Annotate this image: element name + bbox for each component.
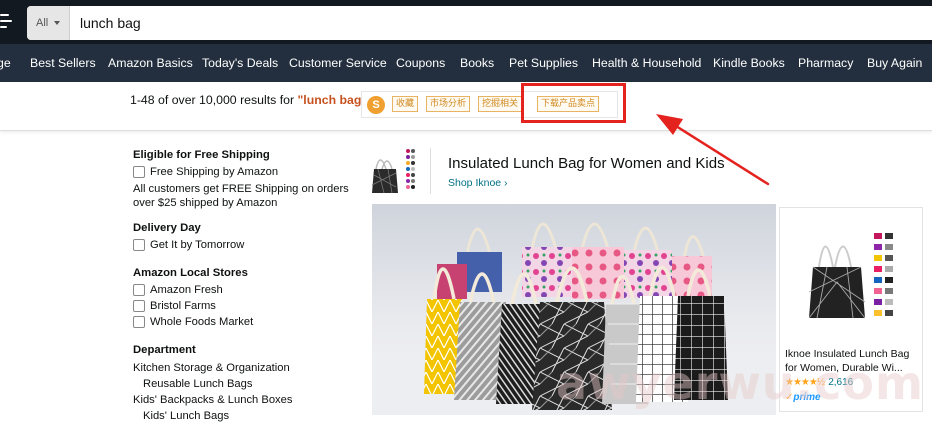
- checkbox-get-it-by-tomorrow[interactable]: Get It by Tomorrow: [133, 239, 244, 251]
- brand-logo-image[interactable]: [372, 145, 416, 197]
- search-input[interactable]: [70, 6, 930, 40]
- nav-item-coupons[interactable]: Coupons: [396, 44, 445, 82]
- results-count: 1-48 of over 10,000 results for "lunch b…: [130, 93, 367, 107]
- category-select[interactable]: All: [27, 6, 70, 40]
- checkbox-whole-foods-market[interactable]: Whole Foods Market: [133, 316, 253, 328]
- search-box: All: [27, 6, 932, 40]
- nav-item-buy-again[interactable]: Buy Again: [867, 44, 922, 82]
- caret-down-icon: [54, 21, 61, 25]
- nav-item-partial[interactable]: ge: [0, 44, 11, 82]
- checkbox-box[interactable]: [133, 284, 145, 296]
- filter-heading-department: Department: [133, 344, 196, 356]
- checkbox-amazon-fresh[interactable]: Amazon Fresh: [133, 284, 223, 296]
- department-link-kids-backpacks[interactable]: Kids' Backpacks & Lunch Boxes: [133, 394, 292, 406]
- plugin-mine-related-button[interactable]: 挖掘相关: [478, 96, 523, 112]
- checkbox-bristol-farms[interactable]: Bristol Farms: [133, 300, 216, 312]
- product-color-swatches: [874, 233, 893, 316]
- top-header: All: [0, 0, 932, 44]
- nav-item-pharmacy[interactable]: Pharmacy: [798, 44, 853, 82]
- department-link-reusable-lunch-bags[interactable]: Reusable Lunch Bags: [143, 378, 252, 390]
- filter-heading-local-stores: Amazon Local Stores: [133, 267, 248, 279]
- filter-heading-delivery-day: Delivery Day: [133, 222, 201, 234]
- results-query: "lunch bag": [297, 93, 368, 107]
- nav-item-best-sellers[interactable]: Best Sellers: [30, 44, 96, 82]
- checkbox-label: Get It by Tomorrow: [150, 239, 245, 251]
- brand-divider: [430, 148, 431, 194]
- nav-item-pet-supplies[interactable]: Pet Supplies: [509, 44, 578, 82]
- checkbox-box[interactable]: [133, 239, 145, 251]
- free-shipping-note-line-2: over $25 shipped by Amazon: [133, 197, 278, 209]
- results-count-text: 1-48 of over 10,000 results for: [130, 93, 298, 107]
- department-link-kids-lunch-bags[interactable]: Kids' Lunch Bags: [143, 410, 229, 422]
- checkbox-box[interactable]: [133, 166, 145, 178]
- nav-item-books[interactable]: Books: [460, 44, 494, 82]
- nav-item-amazon-basics[interactable]: Amazon Basics: [108, 44, 193, 82]
- department-link-kitchen-storage[interactable]: Kitchen Storage & Organization: [133, 362, 290, 374]
- checkbox-box[interactable]: [133, 316, 145, 328]
- plugin-market-analysis-button[interactable]: 市场分析: [426, 96, 471, 112]
- filter-heading-free-shipping: Eligible for Free Shipping: [133, 149, 270, 161]
- plugin-logo-icon[interactable]: S: [367, 96, 385, 114]
- free-shipping-note-line-1: All customers get FREE Shipping on order…: [133, 183, 349, 195]
- hamburger-icon[interactable]: [0, 6, 14, 36]
- nav-item-customer-service[interactable]: Customer Service: [289, 44, 387, 82]
- checkbox-box[interactable]: [133, 300, 145, 312]
- category-select-label: All: [36, 17, 49, 29]
- nav-item-kindle-books[interactable]: Kindle Books: [713, 44, 785, 82]
- nav-item-health-household[interactable]: Health & Household: [592, 44, 701, 82]
- plugin-favorite-button[interactable]: 收藏: [392, 96, 419, 112]
- checkbox-label: Whole Foods Market: [150, 316, 254, 328]
- nav-bar: ge Best Sellers Amazon Basics Today's De…: [0, 44, 932, 82]
- shop-brand-link[interactable]: Shop Iknoe ›: [448, 177, 508, 189]
- brand-headline[interactable]: Insulated Lunch Bag for Women and Kids: [448, 155, 725, 172]
- checkbox-free-shipping-by-amazon[interactable]: Free Shipping by Amazon: [133, 166, 278, 178]
- checkbox-label: Free Shipping by Amazon: [150, 166, 279, 178]
- nav-item-todays-deals[interactable]: Today's Deals: [202, 44, 278, 82]
- product-tile-image[interactable]: [807, 222, 867, 322]
- checkbox-label: Bristol Farms: [150, 300, 216, 312]
- watermark-text: awyerwu.com: [556, 356, 924, 410]
- results-bar: 1-48 of over 10,000 results for "lunch b…: [0, 82, 932, 131]
- checkbox-label: Amazon Fresh: [150, 284, 223, 296]
- highlight-annotation-box: [521, 83, 626, 123]
